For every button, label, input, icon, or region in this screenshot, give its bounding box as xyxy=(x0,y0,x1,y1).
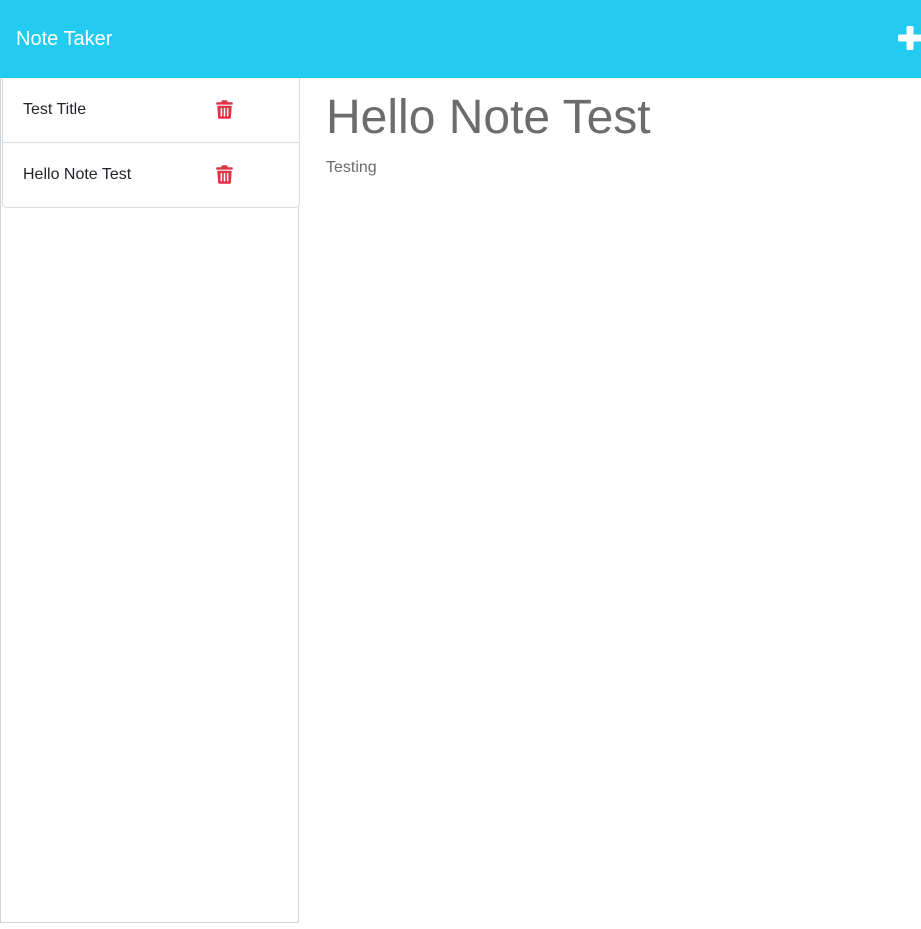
plus-icon xyxy=(898,26,921,50)
note-title-field[interactable]: Hello Note Test xyxy=(326,92,651,144)
trash-icon xyxy=(216,165,233,184)
note-list-item[interactable]: Test Title xyxy=(3,78,299,143)
app-title[interactable]: Note Taker xyxy=(16,26,112,52)
note-list-item-title[interactable]: Hello Note Test xyxy=(23,165,131,185)
note-list-item[interactable]: Hello Note Test xyxy=(3,143,299,207)
note-list-item-title[interactable]: Test Title xyxy=(23,100,86,120)
note-list: Test Title Hello Note Test xyxy=(2,78,300,208)
note-editor: Hello Note Test Testing xyxy=(300,78,921,929)
trash-icon xyxy=(216,100,233,119)
notes-sidebar: Test Title Hello Note Test xyxy=(0,78,300,923)
navbar: Note Taker xyxy=(0,0,921,78)
new-note-button[interactable] xyxy=(897,25,921,51)
delete-note-icon[interactable] xyxy=(216,100,233,119)
delete-note-icon[interactable] xyxy=(216,165,233,184)
note-text-area[interactable]: Testing xyxy=(326,158,377,178)
